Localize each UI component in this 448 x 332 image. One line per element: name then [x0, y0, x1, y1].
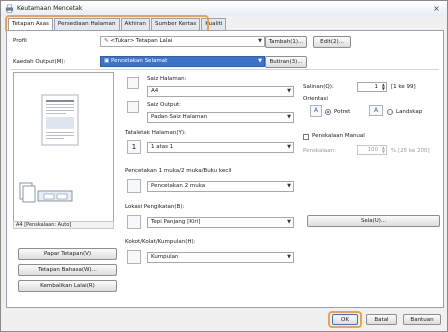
preview-status: A4 [Penskalaan: Auto]	[13, 221, 114, 229]
output-size-value: Padan Saiz Halaman	[151, 114, 208, 120]
output-method-select[interactable]: ▣ Pencetakan Selamat ▼	[100, 56, 265, 67]
page-preview	[13, 72, 114, 228]
chevron-down-icon: ▼	[287, 144, 291, 150]
scaling-label: Penskalaan:	[303, 148, 336, 154]
duplex-value: Pencetakan 2 muka	[151, 183, 206, 189]
layout-select[interactable]: 1 atas 1 ▼	[147, 142, 294, 153]
duplex-icon	[127, 179, 141, 193]
layout-value: 1 atas 1	[151, 144, 174, 150]
binding-icon	[127, 215, 141, 229]
close-icon[interactable]: ×	[431, 3, 442, 14]
duplex-label: Pencetakan 1 muka/2 muka/Buku kecil	[125, 168, 232, 174]
chevron-down-icon: ▼	[287, 114, 291, 120]
portrait-label: Potret	[334, 109, 351, 115]
landscape-label: Landskap	[396, 109, 423, 115]
collate-value: Kumpulan	[151, 254, 179, 260]
binding-select[interactable]: Tepi Panjang [Kiri] ▼	[147, 217, 294, 228]
help-button[interactable]: Bantuan	[403, 314, 441, 325]
window-title: Keutamaan Mencetak	[17, 5, 83, 12]
edit-profile-button[interactable]: Edit(2)...	[313, 36, 351, 48]
settings-button[interactable]: Sela(U)...	[307, 215, 440, 227]
layout-label: Tataletak Halaman(Y):	[125, 130, 186, 136]
cancel-button[interactable]: Batal	[366, 314, 397, 325]
scaling-stepper[interactable]: 100 ▲ ▼	[357, 145, 387, 155]
binding-value: Tepi Panjang [Kiri]	[151, 219, 201, 225]
profile-label: Profil	[13, 38, 27, 44]
title-bar: Keutamaan Mencetak ×	[1, 1, 447, 16]
portrait-radio[interactable]	[325, 109, 331, 115]
layout-icon: 1	[127, 140, 141, 154]
portrait-icon: A	[310, 105, 322, 117]
page-size-icon	[127, 77, 139, 89]
collate-icon	[127, 250, 141, 264]
output-method-value: Pencetakan Selamat	[110, 58, 168, 64]
chevron-down-icon: ▼	[287, 254, 291, 260]
view-settings-button[interactable]: Papar Tetapan(V)	[18, 248, 117, 260]
copies-range: [1 ke 99]	[391, 84, 416, 90]
output-size-label: Saiz Output:	[147, 102, 181, 108]
printer-icon	[5, 4, 14, 13]
chevron-down-icon: ▼	[287, 183, 291, 189]
scaling-value: 100	[367, 147, 379, 153]
page-size-value: A4	[151, 88, 159, 94]
landscape-icon: A	[369, 105, 383, 116]
page-preview-image	[19, 94, 79, 203]
spin-arrows-icon[interactable]: ▲ ▼	[382, 83, 385, 91]
profile-select[interactable]: ✎ <Tukar> Tetapan Lalai ▼	[100, 36, 265, 47]
copies-label: Salinan(Q):	[303, 84, 334, 90]
manual-scaling-checkbox[interactable]	[303, 134, 309, 140]
restore-defaults-button[interactable]: Kembalikan Lalai(R)	[18, 280, 117, 292]
collate-label: Kokot/Kolat/Kumpulan(H):	[125, 239, 196, 245]
spin-arrows-icon[interactable]: ▲ ▼	[382, 146, 385, 154]
manual-scaling-label: Penskalaan Manual	[312, 133, 365, 139]
page-size-select[interactable]: A4 ▼	[147, 86, 294, 97]
output-size-select[interactable]: Padan Saiz Halaman ▼	[147, 112, 294, 123]
page-size-label: Saiz Halaman:	[147, 76, 187, 82]
secure-print-icon: ▣	[104, 58, 111, 64]
print-preferences-dialog: Keutamaan Mencetak × Tetapan Asas Persed…	[0, 0, 448, 332]
chevron-down-icon: ▼	[287, 88, 291, 94]
output-size-icon	[127, 101, 139, 113]
output-method-label: Kaedah Output(M):	[13, 59, 66, 65]
copies-stepper[interactable]: 1 ▲ ▼	[357, 82, 387, 92]
add-profile-button[interactable]: Tambah(1)...	[265, 36, 307, 48]
ok-callout-highlight	[328, 311, 362, 328]
profile-value: <Tukar> Tetapan Lalai	[110, 38, 173, 44]
divider	[11, 69, 439, 70]
copies-value: 1	[374, 84, 379, 90]
language-settings-button[interactable]: Tetapan Bahasa(W)...	[18, 264, 117, 276]
duplex-select[interactable]: Pencetakan 2 muka ▼	[147, 181, 294, 192]
orientation-label: Orientasi	[303, 96, 328, 102]
binding-label: Lokasi Pengikatan(B):	[125, 204, 185, 210]
chevron-down-icon: ▼	[258, 58, 262, 64]
chevron-down-icon: ▼	[287, 219, 291, 225]
landscape-radio[interactable]	[387, 109, 393, 115]
collate-select[interactable]: Kumpulan ▼	[147, 252, 294, 263]
details-button[interactable]: Butiran(3)...	[265, 56, 307, 68]
chevron-down-icon: ▼	[258, 38, 262, 44]
scaling-range: % [25 ke 200]	[391, 148, 430, 154]
